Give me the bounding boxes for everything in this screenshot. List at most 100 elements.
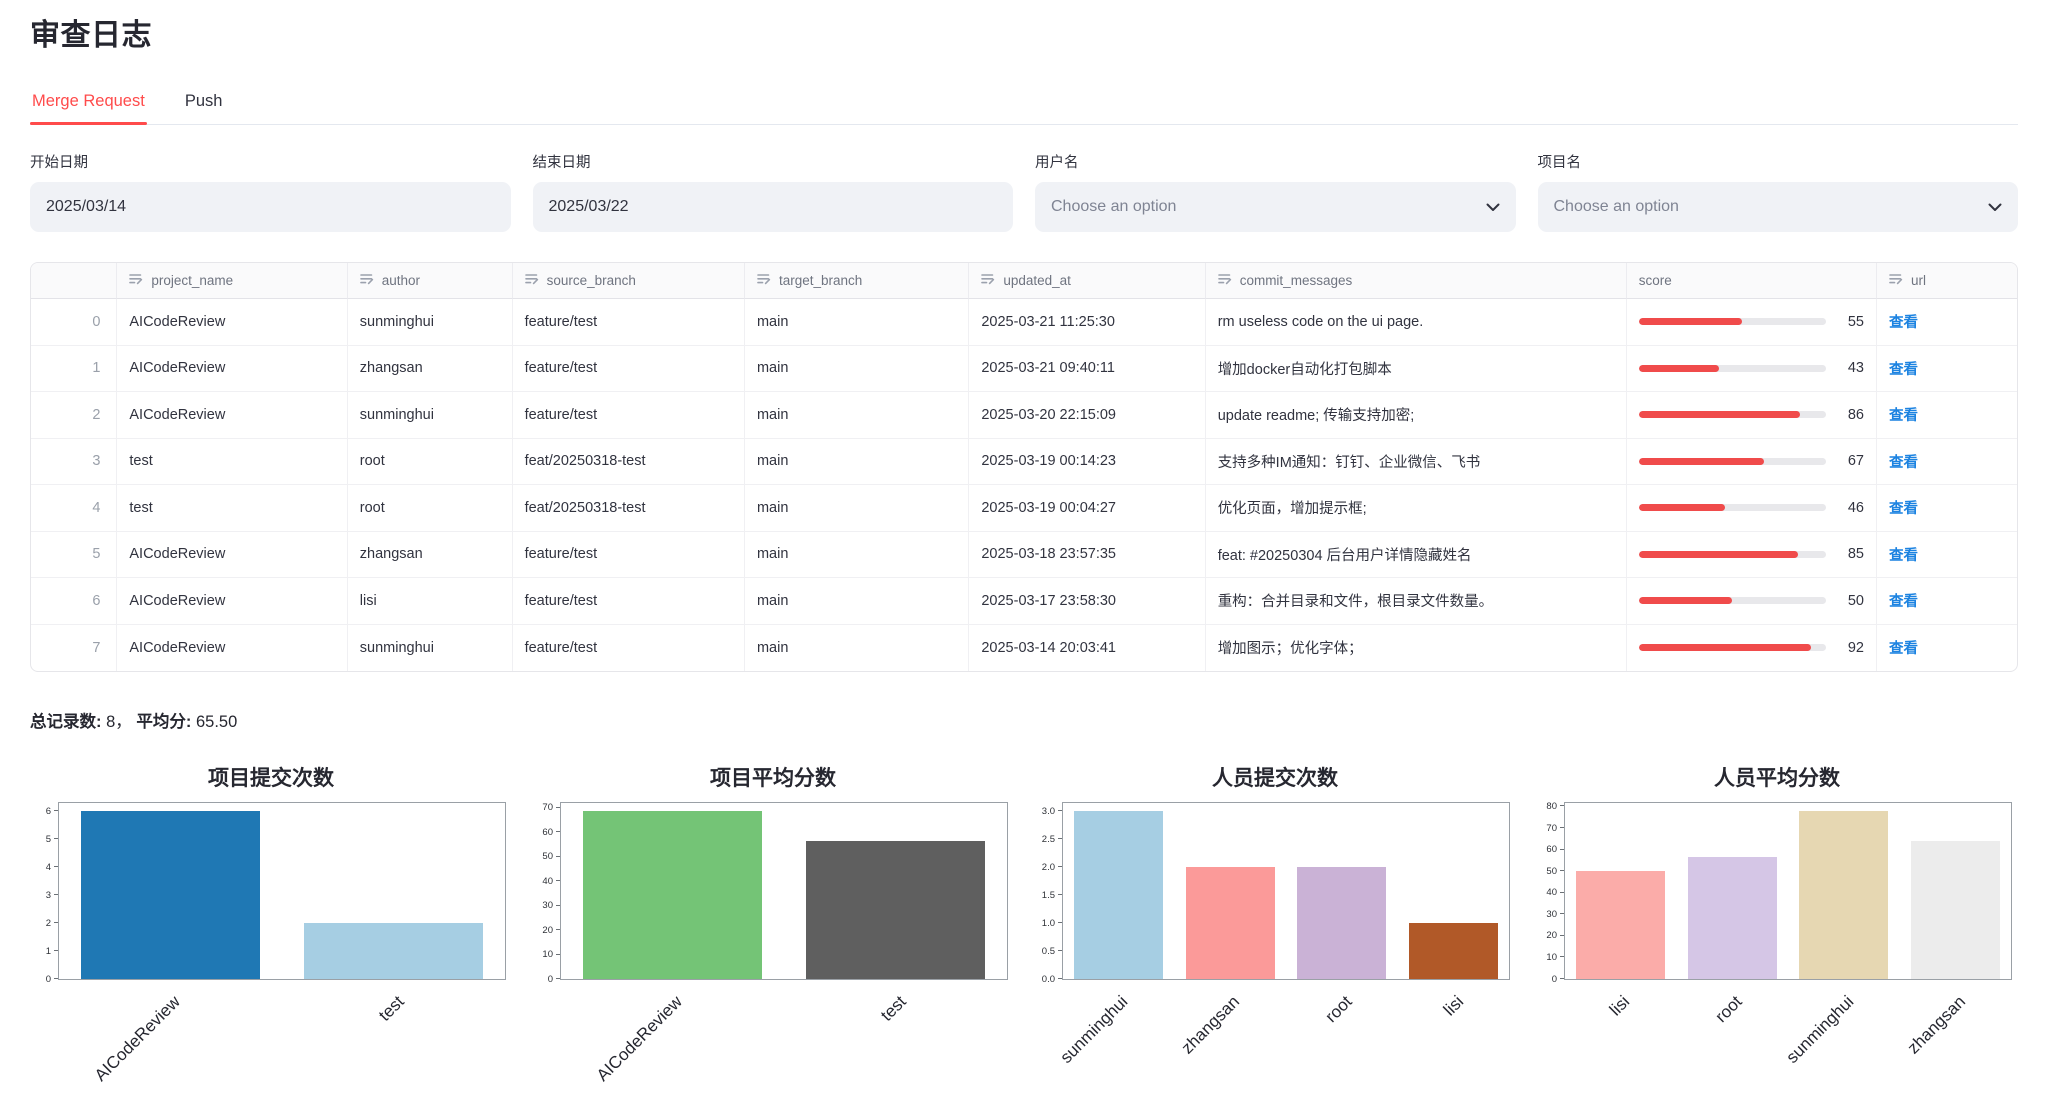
bar (1688, 857, 1777, 979)
y-tick-label: 20 (1546, 931, 1565, 941)
start-date-input[interactable] (30, 182, 511, 232)
y-tick-label: 60 (1546, 845, 1565, 855)
bar-slot (1175, 803, 1287, 979)
tab-push[interactable]: Push (183, 86, 225, 124)
score-progress: 92 (1639, 640, 1864, 656)
y-tick-mark (1560, 978, 1564, 979)
y-tick-label: 3.0 (1042, 807, 1063, 817)
view-link[interactable]: 查看 (1889, 455, 1918, 471)
cell-source_branch: feature/test (512, 392, 744, 439)
y-tick-mark (54, 810, 58, 811)
bar-slot (784, 803, 1007, 979)
cell-source_branch: feat/20250318-test (512, 439, 744, 486)
y-tick-mark (54, 866, 58, 867)
cell-commit_messages: 优化页面，增加提示框; (1205, 485, 1626, 532)
row-index: 6 (31, 578, 116, 625)
x-label-slot: test (784, 984, 1008, 1114)
view-link[interactable]: 查看 (1889, 548, 1918, 564)
y-tick-mark (1560, 892, 1564, 893)
column-header-index[interactable] (31, 263, 116, 299)
cell-author: sunminghui (347, 299, 512, 346)
column-type-icon (360, 272, 374, 289)
x-tick-label: test (375, 992, 409, 1026)
column-type-icon (129, 272, 143, 289)
column-header-source_branch[interactable]: source_branch (512, 263, 744, 299)
cell-author: root (347, 439, 512, 486)
cell-project_name: test (116, 485, 346, 532)
x-axis-labels: AICodeReviewtest (560, 984, 1008, 1114)
column-header-project_name[interactable]: project_name (116, 263, 346, 299)
column-header-author[interactable]: author (347, 263, 512, 299)
column-header-updated_at[interactable]: updated_at (968, 263, 1204, 299)
score-bar-fill (1639, 551, 1798, 558)
cell-url: 查看 (1876, 299, 2017, 346)
view-link[interactable]: 查看 (1889, 315, 1918, 331)
bar (1186, 867, 1275, 979)
chart: 人员平均分数01020304050607080lisirootsunminghu… (1536, 762, 2018, 1114)
cell-updated_at: 2025-03-17 23:58:30 (968, 578, 1204, 625)
average-score-label: 平均分: (136, 713, 191, 731)
view-link[interactable]: 查看 (1889, 408, 1918, 424)
view-link[interactable]: 查看 (1889, 362, 1918, 378)
x-label-slot: test (282, 984, 506, 1114)
column-header-target_branch[interactable]: target_branch (744, 263, 968, 299)
row-index: 3 (31, 439, 116, 486)
chart-title: 人员提交次数 (1034, 762, 1516, 792)
x-tick-label: test (877, 992, 911, 1026)
y-tick-mark (1560, 805, 1564, 806)
cell-target_branch: main (744, 392, 968, 439)
project-select[interactable]: Choose an option (1538, 182, 2019, 232)
username-select[interactable]: Choose an option (1035, 182, 1516, 232)
y-tick-label: 10 (1546, 953, 1565, 963)
tab-bar: Merge Request Push (30, 86, 2018, 125)
bar (81, 811, 259, 979)
project-field: 项目名 Choose an option (1538, 151, 2019, 232)
score-bar-fill (1639, 458, 1764, 465)
view-link[interactable]: 查看 (1889, 594, 1918, 610)
column-type-icon (1218, 272, 1232, 289)
cell-commit_messages: rm useless code on the ui page. (1205, 299, 1626, 346)
tab-merge-request[interactable]: Merge Request (30, 86, 147, 124)
y-tick-mark (54, 894, 58, 895)
row-index: 4 (31, 485, 116, 532)
score-value: 67 (1838, 453, 1864, 469)
cell-project_name: AICodeReview (116, 346, 346, 393)
score-bar-track (1639, 411, 1826, 418)
row-index: 7 (31, 625, 116, 672)
y-tick-mark (556, 807, 560, 808)
score-bar-fill (1639, 411, 1800, 418)
cell-url: 查看 (1876, 485, 2017, 532)
cell-updated_at: 2025-03-14 20:03:41 (968, 625, 1204, 672)
x-label-slot: root (1676, 984, 1788, 1114)
review-table: project_nameauthorsource_branchtarget_br… (30, 262, 2018, 672)
cell-author: sunminghui (347, 392, 512, 439)
average-score-value: 65.50 (196, 713, 237, 731)
bar (1074, 811, 1163, 979)
view-link[interactable]: 查看 (1889, 501, 1918, 517)
y-tick-mark (556, 831, 560, 832)
column-header-label: url (1911, 273, 1926, 288)
score-value: 92 (1838, 640, 1864, 656)
y-tick-label: 1.5 (1042, 890, 1063, 900)
x-tick-label: zhangsan (1904, 992, 1970, 1058)
cell-project_name: AICodeReview (116, 625, 346, 672)
filter-row: 开始日期 结束日期 用户名 Choose an option 项目名 Choos… (30, 151, 2018, 232)
end-date-field: 结束日期 (533, 151, 1014, 232)
cell-project_name: AICodeReview (116, 532, 346, 579)
view-link[interactable]: 查看 (1889, 641, 1918, 657)
score-value: 55 (1838, 314, 1864, 330)
score-bar-track (1639, 644, 1826, 651)
y-tick-mark (1058, 810, 1062, 811)
end-date-input[interactable] (533, 182, 1014, 232)
score-value: 46 (1838, 500, 1864, 516)
chart-plot: 010203040506070 (560, 802, 1008, 980)
column-header-commit_messages[interactable]: commit_messages (1205, 263, 1626, 299)
column-header-score[interactable]: score (1626, 263, 1876, 299)
bar (304, 923, 482, 979)
score-progress: 50 (1639, 593, 1864, 609)
cell-score: 85 (1626, 532, 1876, 579)
score-progress: 43 (1639, 360, 1864, 376)
cell-target_branch: main (744, 532, 968, 579)
column-header-url[interactable]: url (1876, 263, 2017, 299)
y-tick-label: 1 (46, 946, 59, 956)
